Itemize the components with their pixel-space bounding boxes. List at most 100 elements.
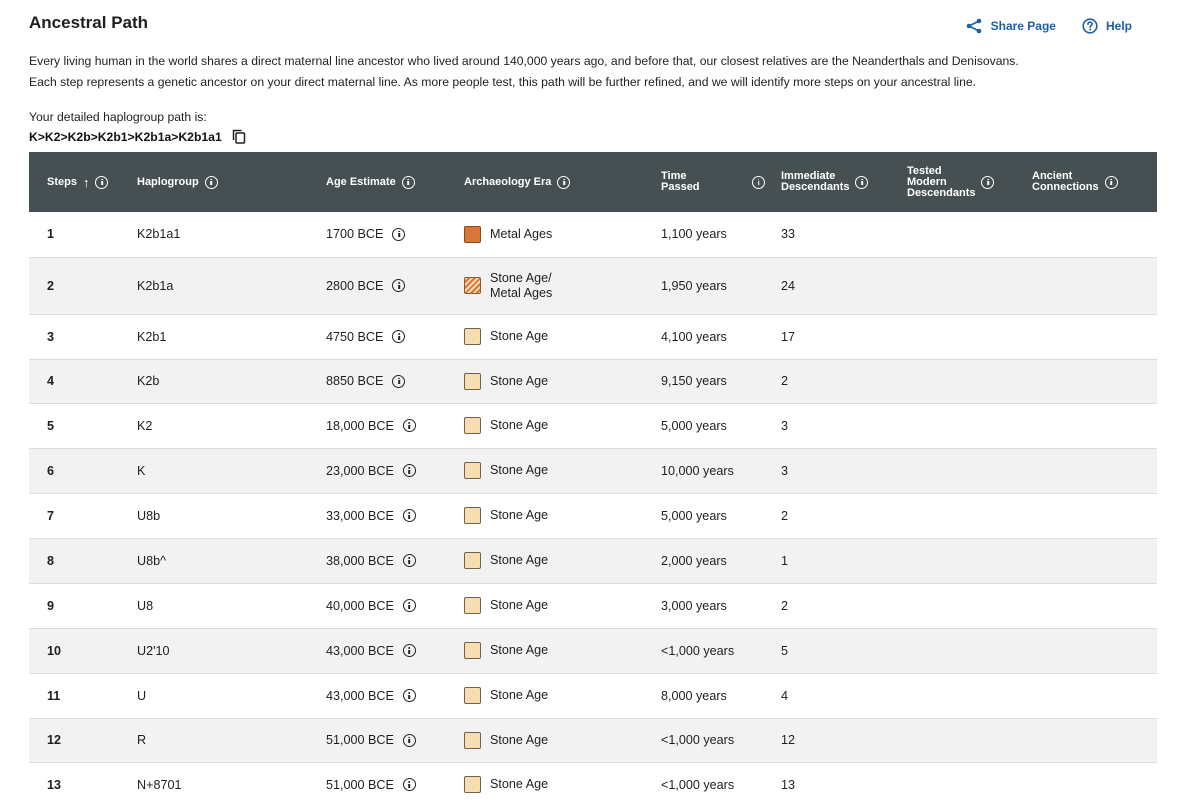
era-cell: Stone Age: [464, 718, 661, 762]
info-icon[interactable]: [402, 778, 416, 791]
info-icon[interactable]: [392, 227, 406, 241]
column-header-time-passed[interactable]: Time Passed: [661, 152, 781, 212]
era-cell: Stone Age: [464, 673, 661, 718]
era-cell: Stone Age: [464, 448, 661, 493]
step-cell: 4: [47, 374, 55, 388]
table-row[interactable]: 13 N+8701 51,000 BCE Stone Age <1,000 ye…: [29, 762, 1157, 804]
info-icon[interactable]: [557, 175, 571, 189]
table-row[interactable]: 9 U8 40,000 BCE Stone Age 3,000 years 2: [29, 583, 1157, 628]
age-cell: 4750 BCE: [326, 314, 464, 359]
age-cell: 43,000 BCE: [326, 673, 464, 718]
page-title: Ancestral Path: [29, 13, 149, 32]
info-icon[interactable]: [204, 175, 218, 189]
table-row[interactable]: 10 U2'10 43,000 BCE Stone Age <1,000 yea…: [29, 628, 1157, 673]
haplogroup-cell: U2'10: [137, 643, 170, 658]
info-icon[interactable]: [402, 733, 416, 747]
table-row[interactable]: 2 K2b1a 2800 BCE Stone Age/Metal Ages 1,…: [29, 257, 1157, 314]
stone-age-swatch: [464, 552, 481, 569]
column-header-ancient-connections[interactable]: Ancient Connections: [1032, 152, 1157, 212]
ancestral-path-table: Steps ↑ Haplogroup Age Estimate Archaeol…: [29, 152, 1157, 804]
metal-ages-swatch: [464, 225, 481, 243]
info-icon[interactable]: [95, 175, 109, 189]
info-icon[interactable]: [855, 175, 869, 189]
time-passed-cell: 8,000 years: [661, 688, 727, 703]
ancient-connections-cell: [1032, 403, 1157, 448]
step-cell: 2: [47, 278, 55, 293]
tested-descendants-cell: [907, 448, 1032, 493]
ancient-connections-cell: [1032, 762, 1157, 804]
time-passed-cell: 10,000 years: [661, 463, 734, 478]
share-icon: [966, 18, 981, 34]
time-passed-cell: 1,100 years: [661, 227, 727, 242]
table-row[interactable]: 5 K2 18,000 BCE Stone Age 5,000 years 3: [29, 403, 1157, 448]
ancient-connections-cell: [1032, 493, 1157, 538]
info-icon[interactable]: [401, 175, 415, 189]
haplogroup-cell: K2b1: [137, 329, 167, 344]
table-row[interactable]: 3 K2b1 4750 BCE Stone Age 4,100 years 17: [29, 314, 1157, 359]
table-row[interactable]: 12 R 51,000 BCE Stone Age <1,000 years 1…: [29, 718, 1157, 762]
column-header-archaeology-era[interactable]: Archaeology Era: [464, 152, 661, 212]
time-passed-cell: <1,000 years: [661, 777, 735, 792]
column-header-haplogroup[interactable]: Haplogroup: [137, 152, 326, 212]
tested-descendants-cell: [907, 314, 1032, 359]
info-icon[interactable]: [402, 509, 416, 522]
table-header-row: Steps ↑ Haplogroup Age Estimate Archaeol…: [29, 152, 1157, 212]
stone-age-swatch: [464, 731, 481, 749]
age-cell: 40,000 BCE: [326, 583, 464, 628]
column-header-immediate-descendants[interactable]: Immediate Descendants: [781, 152, 907, 212]
tested-descendants-cell: [907, 538, 1032, 583]
stone-age-swatch: [464, 776, 481, 793]
immediate-descendants-cell: 33: [781, 227, 796, 242]
info-icon[interactable]: [402, 644, 416, 657]
column-header-steps[interactable]: Steps ↑: [29, 152, 137, 212]
info-icon[interactable]: [981, 175, 995, 189]
info-icon[interactable]: [402, 554, 416, 567]
age-cell: 23,000 BCE: [326, 448, 464, 493]
step-cell: 11: [47, 688, 61, 703]
info-icon[interactable]: [402, 599, 416, 612]
share-page-button[interactable]: Share Page: [965, 18, 1056, 34]
info-icon[interactable]: [392, 374, 406, 388]
era-cell: Stone Age: [464, 403, 661, 448]
time-passed-cell: 4,100 years: [661, 329, 727, 344]
table-row[interactable]: 11 U 43,000 BCE Stone Age 8,000 years 4: [29, 673, 1157, 718]
stone-age-swatch: [464, 597, 481, 614]
ancient-connections-cell: [1032, 583, 1157, 628]
copy-icon[interactable]: [232, 129, 246, 144]
info-icon[interactable]: [752, 175, 765, 189]
ancient-connections-cell: [1032, 448, 1157, 493]
column-header-age-estimate[interactable]: Age Estimate: [326, 152, 464, 212]
tested-descendants-cell: [907, 403, 1032, 448]
info-icon[interactable]: [402, 464, 416, 477]
table-row[interactable]: 7 U8b 33,000 BCE Stone Age 5,000 years 2: [29, 493, 1157, 538]
stone-age-swatch: [464, 687, 481, 704]
info-icon[interactable]: [392, 330, 406, 343]
info-icon[interactable]: [402, 689, 416, 702]
immediate-descendants-cell: 2: [781, 598, 789, 613]
ancient-connections-cell: [1032, 212, 1157, 257]
info-icon[interactable]: [392, 279, 406, 292]
stone-age-swatch: [464, 417, 481, 434]
step-cell: 3: [47, 329, 55, 344]
age-cell: 18,000 BCE: [326, 403, 464, 448]
age-cell: 51,000 BCE: [326, 718, 464, 762]
time-passed-cell: 2,000 years: [661, 553, 727, 568]
immediate-descendants-cell: 2: [781, 374, 789, 388]
time-passed-cell: 9,150 years: [661, 374, 727, 388]
era-cell: Stone Age: [464, 538, 661, 583]
table-row[interactable]: 6 K 23,000 BCE Stone Age 10,000 years 3: [29, 448, 1157, 493]
tested-descendants-cell: [907, 718, 1032, 762]
table-row[interactable]: 4 K2b 8850 BCE Stone Age 9,150 years 2: [29, 359, 1157, 403]
time-passed-cell: 1,950 years: [661, 278, 727, 293]
time-passed-cell: <1,000 years: [661, 733, 735, 747]
help-button[interactable]: Help: [1082, 18, 1132, 34]
info-icon[interactable]: [402, 419, 416, 432]
ancient-connections-cell: [1032, 359, 1157, 403]
description-line-2: Each step represents a genetic ancestor …: [29, 75, 977, 89]
ancient-connections-cell: [1032, 314, 1157, 359]
table-row[interactable]: 8 U8b^ 38,000 BCE Stone Age 2,000 years …: [29, 538, 1157, 583]
info-icon[interactable]: [1104, 175, 1118, 189]
table-row[interactable]: 1 K2b1a1 1700 BCE Metal Ages 1,100 years…: [29, 212, 1157, 257]
column-header-tested-modern-descendants[interactable]: Tested Modern Descendants: [907, 152, 1032, 212]
immediate-descendants-cell: 12: [781, 733, 796, 747]
